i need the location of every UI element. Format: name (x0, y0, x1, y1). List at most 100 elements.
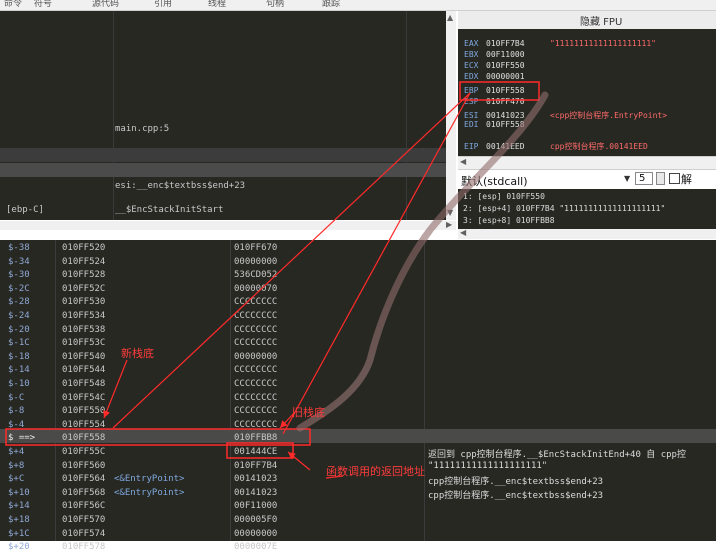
stack-address[interactable]: 010FF568 (62, 488, 105, 498)
stack-address[interactable]: 010FF530 (62, 297, 105, 307)
stack-value[interactable]: 00F11000 (234, 501, 277, 511)
register-row-eip[interactable]: EIP 00141EED cpp控制台程序.00141EED (464, 141, 648, 151)
register-row-edi[interactable]: EDI 010FF558 (464, 120, 550, 130)
stack-value[interactable]: 000005F0 (234, 515, 277, 525)
disassembly-pane[interactable]: main.cpp:5 esi:__enc$textbss$end+23 [ebp… (0, 11, 446, 220)
register-row-ebp[interactable]: EBP 010FF558 (464, 86, 550, 96)
stack-address[interactable]: 010FF574 (62, 529, 105, 539)
stack-value[interactable]: CCCCCCCC (234, 325, 277, 335)
disasm-comment[interactable]: esi:__enc$textbss$end+23 (115, 181, 245, 191)
stack-row[interactable]: $-4 010FF554 CCCCCCCC (0, 420, 716, 434)
stack-value[interactable]: CCCCCCCC (234, 379, 277, 389)
call-convention-select[interactable]: 默认(stdcall) (461, 173, 528, 189)
stack-address[interactable]: 010FF554 (62, 420, 105, 430)
arg-count-input[interactable]: 5 (635, 172, 653, 185)
stack-address[interactable]: 010FF548 (62, 379, 105, 389)
stack-address[interactable]: 010FF528 (62, 270, 105, 280)
stack-row[interactable]: $-10 010FF548 CCCCCCCC (0, 379, 716, 393)
menu-item-trace[interactable]: 跟踪 (322, 0, 340, 9)
stack-value[interactable]: 00000000 (234, 257, 277, 267)
stack-row[interactable]: $ ==> 010FF558 010FFBB8 (0, 433, 716, 447)
disasm-comment[interactable]: __$EncStackInitStart (115, 205, 223, 215)
stack-address[interactable]: 010FF524 (62, 257, 105, 267)
register-value[interactable]: 00141023 (486, 111, 550, 120)
stack-row[interactable]: $-1C 010FF53C CCCCCCCC (0, 338, 716, 352)
menu-item-references[interactable]: 引用 (154, 0, 172, 9)
arguments-horizontal-scrollbar[interactable]: ◀ (458, 228, 716, 239)
stack-row[interactable]: $-14 010FF544 CCCCCCCC (0, 365, 716, 379)
stack-address[interactable]: 010FF56C (62, 501, 105, 511)
stack-value[interactable]: 001444CE (234, 447, 277, 457)
argument-row[interactable]: 3: [esp+8] 010FFBB8 (463, 216, 555, 225)
menu-item-source[interactable]: 源代码 (92, 0, 119, 9)
disasm-horizontal-scrollbar[interactable]: ▶ (0, 220, 456, 230)
register-row-edx[interactable]: EDX 00000001 (464, 72, 550, 82)
stack-row[interactable]: $+4 010FF55C 001444CE 返回到 cpp控制台程序.__$EncSt… (0, 447, 716, 461)
stack-row[interactable]: $-38 010FF520 010FF670 (0, 243, 716, 257)
register-value[interactable]: 00141EED (486, 142, 550, 151)
register-value[interactable]: 00F11000 (486, 50, 550, 59)
menu-item-symbols[interactable]: 符号 (34, 0, 52, 9)
stack-value[interactable]: CCCCCCCC (234, 393, 277, 403)
stack-row[interactable]: $-2C 010FF52C 00000070 (0, 284, 716, 298)
menu-item-threads[interactable]: 线程 (208, 0, 226, 9)
stack-value[interactable]: 00141023 (234, 474, 277, 484)
stack-value[interactable]: CCCCCCCC (234, 406, 277, 416)
stack-row[interactable]: $+10 010FF568 <&EntryPoint> 00141023 cpp控制台程… (0, 488, 716, 502)
stack-value[interactable]: 0000007E (234, 542, 277, 552)
stack-row[interactable]: $-34 010FF524 00000000 (0, 257, 716, 271)
register-row-esi[interactable]: ESI 00141023 <cpp控制台程序.EntryPoint> (464, 110, 667, 120)
stack-value[interactable]: CCCCCCCC (234, 365, 277, 375)
disasm-operand[interactable]: [ebp-C] (6, 205, 44, 215)
stack-address[interactable]: 010FF53C (62, 338, 105, 348)
stack-value[interactable]: CCCCCCCC (234, 297, 277, 307)
disasm-comment[interactable]: main.cpp:5 (115, 124, 169, 134)
stack-address[interactable]: 010FF55C (62, 447, 105, 457)
stack-address[interactable]: 010FF564 (62, 474, 105, 484)
stack-address[interactable]: 010FF560 (62, 461, 105, 471)
register-value[interactable]: 00000001 (486, 72, 550, 81)
scroll-down-icon[interactable]: ▼ (447, 208, 453, 217)
stack-value[interactable]: 00141023 (234, 488, 277, 498)
stack-value[interactable]: 00000070 (234, 284, 277, 294)
chevron-down-icon[interactable]: ▼ (624, 174, 630, 183)
stack-address[interactable]: 010FF544 (62, 365, 105, 375)
stack-row[interactable]: $+14 010FF56C 00F11000 (0, 501, 716, 515)
stack-address[interactable]: 010FF52C (62, 284, 105, 294)
stack-value[interactable]: 010FFBB8 (234, 433, 277, 443)
register-value[interactable]: 010FF558 (486, 120, 550, 129)
stack-value[interactable]: 010FF670 (234, 243, 277, 253)
stack-row[interactable]: $-28 010FF530 CCCCCCCC (0, 297, 716, 311)
stack-value[interactable]: CCCCCCCC (234, 338, 277, 348)
stack-row[interactable]: $-C 010FF54C CCCCCCCC (0, 393, 716, 407)
register-value[interactable]: 010FF7B4 (486, 39, 550, 48)
menu-item-handles[interactable]: 句柄 (266, 0, 284, 9)
stack-row[interactable]: $-18 010FF540 00000000 (0, 352, 716, 366)
stack-address[interactable]: 010FF550 (62, 406, 105, 416)
stack-row[interactable]: $+18 010FF570 000005F0 (0, 515, 716, 529)
stack-address[interactable]: 010FF570 (62, 515, 105, 525)
registers-pane[interactable] (458, 11, 716, 156)
menu-item-command[interactable]: 命令 (4, 0, 22, 9)
stack-address[interactable]: 010FF538 (62, 325, 105, 335)
scroll-left-icon[interactable]: ◀ (460, 157, 466, 166)
stack-address[interactable]: 010FF534 (62, 311, 105, 321)
stack-row[interactable]: $-8 010FF550 CCCCCCCC (0, 406, 716, 420)
stack-address[interactable]: 010FF578 (62, 542, 105, 552)
stack-row[interactable]: $+1C 010FF574 00000000 (0, 529, 716, 543)
arg-count-spinner[interactable] (656, 172, 665, 185)
argument-row[interactable]: 1: [esp] 010FF550 (463, 192, 545, 201)
argument-row[interactable]: 2: [esp+4] 010FF7B4 "1111111111111111111… (463, 204, 665, 213)
registers-header[interactable]: 隐藏 FPU (458, 11, 716, 29)
stack-row[interactable]: $-24 010FF534 CCCCCCCC (0, 311, 716, 325)
registers-horizontal-scrollbar[interactable]: ◀ (458, 156, 716, 169)
stack-address[interactable]: 010FF540 (62, 352, 105, 362)
register-row-ecx[interactable]: ECX 010FF550 (464, 61, 550, 71)
register-value[interactable]: 010FF470 (486, 97, 550, 106)
scroll-up-icon[interactable]: ▲ (447, 13, 453, 22)
stack-row[interactable]: $-20 010FF538 CCCCCCCC (0, 325, 716, 339)
stack-value[interactable]: 00000000 (234, 352, 277, 362)
register-row-eax[interactable]: EAX 010FF7B4 "11111111111111111111" (464, 39, 656, 49)
stack-address[interactable]: 010FF558 (62, 433, 105, 443)
register-value[interactable]: 010FF558 (486, 86, 550, 95)
